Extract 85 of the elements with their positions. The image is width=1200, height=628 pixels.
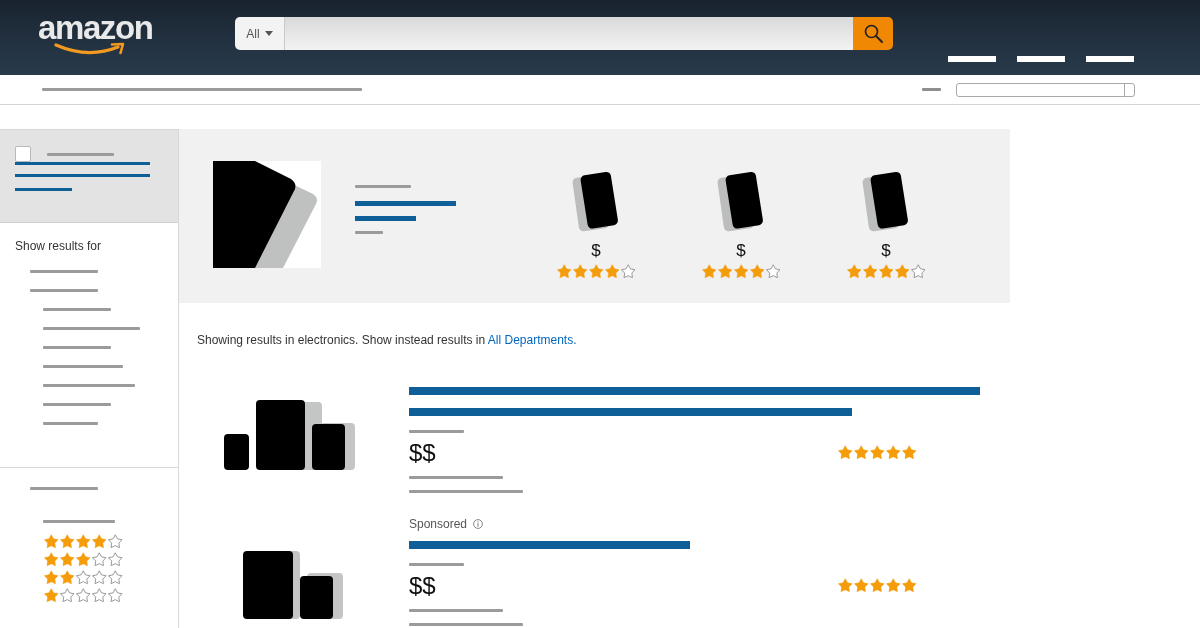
category-placeholder-line[interactable] [43, 384, 135, 387]
star-icon [572, 264, 588, 279]
star-icon [60, 534, 75, 549]
sponsored-label: Sponsored [409, 516, 468, 531]
star-outline-icon [765, 264, 781, 279]
price-text: $ [591, 241, 601, 261]
star-icon [44, 570, 59, 585]
star-icon [894, 264, 910, 279]
category-placeholder-line[interactable] [43, 403, 111, 406]
smile-arrow-icon [54, 42, 126, 56]
star-outline-icon [108, 552, 123, 567]
placeholder-line [409, 562, 464, 566]
price-text: $ [881, 241, 891, 261]
star-outline-icon [92, 570, 107, 585]
placeholder-line [43, 520, 115, 523]
price-text: $ [736, 241, 746, 261]
star-outline-icon [76, 588, 91, 603]
category-dropdown[interactable]: All [235, 17, 285, 50]
logo-link[interactable]: amazon [38, 11, 153, 56]
star-icon [717, 264, 733, 279]
star-outline-icon [92, 552, 107, 567]
star-icon [862, 264, 878, 279]
placeholder-line [409, 429, 464, 433]
star-icon [854, 445, 869, 460]
star-outline-icon [108, 588, 123, 603]
star-outline-icon [92, 588, 107, 603]
star-icon [92, 534, 107, 549]
star-icon [846, 264, 862, 279]
star-icon [878, 264, 894, 279]
caret-icon [264, 31, 273, 36]
category-placeholder-line[interactable] [43, 346, 111, 349]
all-departments-link[interactable]: All Departments. [487, 333, 577, 347]
star-outline-icon [60, 588, 75, 603]
star-icon [902, 445, 917, 460]
star-icon [870, 578, 885, 593]
star-icon [870, 445, 885, 460]
category-placeholder-line[interactable] [30, 270, 98, 273]
category-placeholder-line[interactable] [43, 327, 140, 330]
star-icon [902, 578, 917, 593]
section-heading: Show results for [15, 239, 102, 253]
star-icon [44, 552, 59, 567]
star-outline-icon [620, 264, 636, 279]
info-icon [473, 518, 484, 529]
star-icon [60, 570, 75, 585]
star-icon [44, 588, 59, 603]
category-placeholder-line[interactable] [43, 308, 111, 311]
star-icon [838, 445, 853, 460]
price-text: $$ [409, 570, 436, 601]
placeholder-line [922, 88, 941, 91]
star-outline-icon [910, 264, 926, 279]
search-field[interactable] [285, 17, 853, 50]
star-outline-icon [108, 534, 123, 549]
star-icon [604, 264, 620, 279]
star-icon [60, 552, 75, 567]
star-icon [44, 534, 59, 549]
star-outline-icon [108, 570, 123, 585]
rating-filter[interactable] [44, 570, 123, 585]
search-button[interactable] [853, 17, 893, 50]
star-icon [76, 552, 91, 567]
placeholder-line [30, 487, 98, 490]
placeholder-line [355, 230, 383, 234]
placeholder-line [47, 152, 114, 156]
star-icon [76, 534, 91, 549]
sort-dropdown[interactable] [956, 82, 1135, 97]
star-icon [701, 264, 717, 279]
rating-filter[interactable] [44, 588, 123, 603]
star-icon [886, 445, 901, 460]
rating-filter[interactable] [44, 534, 123, 549]
category-placeholder-line[interactable] [43, 365, 123, 368]
search-icon [863, 24, 883, 43]
rating-filter[interactable] [44, 552, 123, 567]
placeholder-line [355, 185, 411, 188]
star-outline-icon [76, 570, 91, 585]
star-icon [556, 264, 572, 279]
results-note: Showing results in electronics. Show instead results in All Departments. [197, 333, 577, 347]
category-placeholder-line[interactable] [43, 422, 98, 425]
star-icon [838, 578, 853, 593]
star-icon [854, 578, 869, 593]
star-icon [588, 264, 604, 279]
checkbox[interactable] [15, 146, 31, 162]
star-icon [749, 264, 765, 279]
star-icon [733, 264, 749, 279]
price-text: $$ [409, 437, 436, 468]
star-icon [886, 578, 901, 593]
category-placeholder-line[interactable] [30, 289, 98, 292]
